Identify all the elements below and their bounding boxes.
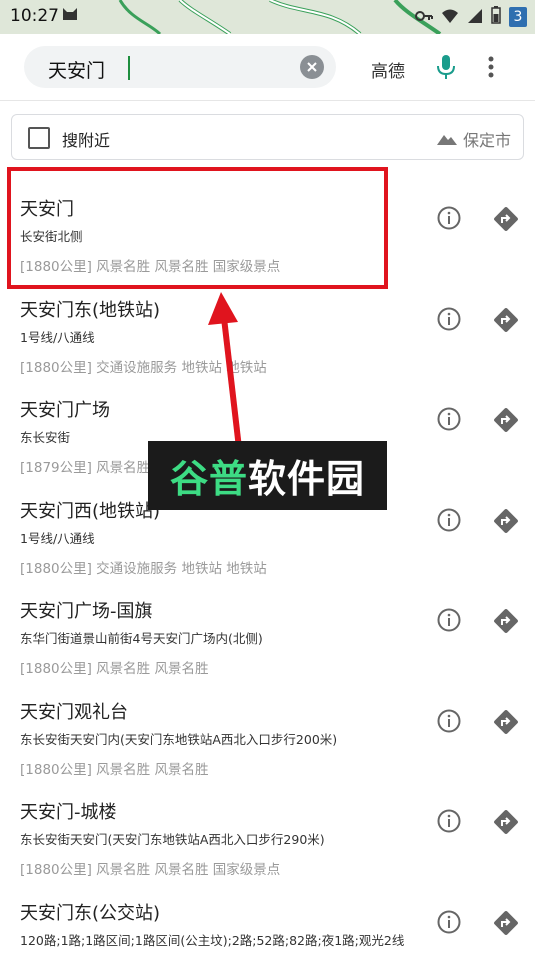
microphone-icon[interactable]: [436, 54, 456, 84]
result-address: 东华门街道景山前街4号天安门广场内(北侧): [20, 628, 263, 647]
result-name: 天安门西(地铁站): [20, 497, 160, 523]
list-item[interactable]: 天安门广场-国旗 东华门街道景山前街4号天安门广场内(北侧) [1880公里] …: [0, 569, 535, 670]
notification-badge: 3: [509, 7, 527, 27]
nearby-filter: 搜附近 保定市: [11, 114, 524, 160]
result-name: 天安门观礼台: [20, 698, 128, 724]
info-icon[interactable]: [437, 206, 461, 234]
directions-icon[interactable]: [493, 910, 519, 940]
info-icon[interactable]: [437, 608, 461, 636]
list-item[interactable]: 天安门东(公交站) 120路;1路;1路区间;1路区间(公主坟);2路;52路;…: [0, 871, 535, 971]
directions-icon[interactable]: [493, 608, 519, 638]
more-options-icon[interactable]: [488, 56, 494, 82]
status-bar: 10:27 3: [0, 0, 535, 34]
city-selector[interactable]: 保定市: [437, 127, 511, 151]
info-icon[interactable]: [437, 508, 461, 536]
status-time: 10:27: [10, 6, 59, 26]
result-name: 天安门东(公交站): [20, 899, 160, 925]
mountain-icon: [437, 133, 457, 145]
signal-icon: [467, 8, 483, 27]
directions-icon[interactable]: [493, 709, 519, 739]
engine-selector[interactable]: 高德: [371, 57, 405, 82]
result-name: 天安门广场: [20, 396, 110, 422]
result-address: 1号线/八通线: [20, 528, 95, 547]
directions-icon[interactable]: [493, 407, 519, 437]
info-icon[interactable]: [437, 809, 461, 837]
list-item[interactable]: 天安门观礼台 东长安街天安门内(天安门东地铁站A西北入口步行200米) [188…: [0, 670, 535, 771]
info-icon[interactable]: [437, 407, 461, 435]
watermark-logo: 谷普 软件园: [148, 441, 387, 510]
nearby-label: 搜附近: [62, 127, 110, 151]
result-address: 东长安街天安门内(天安门东地铁站A西北入口步行200米): [20, 729, 337, 748]
search-header: 天安门 高德: [0, 34, 535, 101]
directions-icon[interactable]: [493, 809, 519, 839]
highlight-annotation: [7, 167, 388, 289]
text-caret: [128, 56, 130, 80]
watermark-part2: 软件园: [248, 448, 365, 503]
result-name: 天安门广场-国旗: [20, 597, 153, 623]
nearby-checkbox[interactable]: [28, 127, 50, 149]
key-icon: [415, 8, 433, 27]
search-input[interactable]: 天安门: [24, 46, 336, 88]
result-name: 天安门-城楼: [20, 798, 117, 824]
wifi-icon: [441, 8, 459, 27]
result-address: 120路;1路;1路区间;1路区间(公主坟);2路;52路;82路;夜1路;观光…: [20, 930, 404, 949]
city-label: 保定市: [463, 127, 511, 151]
watermark-part1: 谷普: [170, 448, 248, 503]
result-name: 天安门东(地铁站): [20, 296, 160, 322]
directions-icon[interactable]: [493, 307, 519, 337]
search-query: 天安门: [48, 56, 105, 83]
result-address: 东长安街天安门(天安门东地铁站A西北入口步行290米): [20, 829, 325, 848]
result-address: 东长安街: [20, 427, 70, 446]
clear-icon[interactable]: [300, 55, 324, 79]
directions-icon[interactable]: [493, 206, 519, 236]
list-item[interactable]: 天安门-城楼 东长安街天安门(天安门东地铁站A西北入口步行290米) [1880…: [0, 770, 535, 871]
info-icon[interactable]: [437, 709, 461, 737]
directions-icon[interactable]: [493, 508, 519, 538]
result-address: 1号线/八通线: [20, 327, 95, 346]
status-icons: 3: [415, 6, 527, 28]
cat-notification-icon: [62, 6, 78, 26]
info-icon[interactable]: [437, 910, 461, 938]
battery-icon: [491, 6, 501, 28]
info-icon[interactable]: [437, 307, 461, 335]
